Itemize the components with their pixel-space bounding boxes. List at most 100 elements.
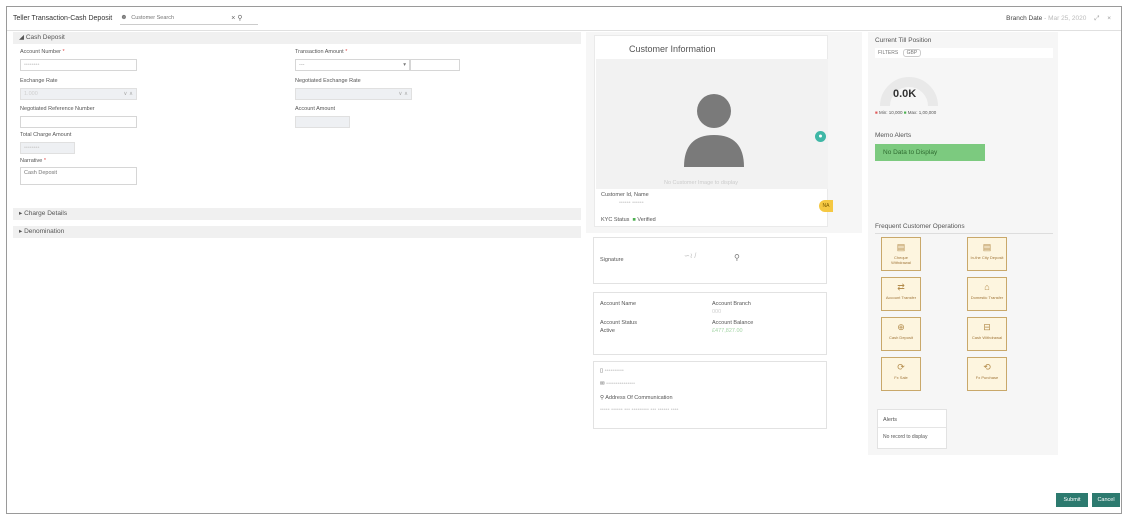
memo-title: Memo Alerts — [875, 132, 912, 139]
signature-card: Signature ∽≀ / ⚲ — [593, 237, 827, 284]
till-gauge — [880, 77, 938, 107]
cash-deposit-icon: ⊕ — [897, 322, 905, 332]
account-amount-label: Account Amount — [295, 106, 336, 112]
alerts-card: Alerts No record to display — [871, 405, 1057, 453]
person-icon: ☻ — [120, 14, 128, 21]
account-branch-value: 000 — [712, 309, 722, 315]
op-fx-purchase[interactable]: ⟲ Fx Purchase — [967, 357, 1007, 391]
bank-icon: ⌂ — [984, 282, 990, 292]
account-balance-label: Account Balance — [712, 320, 754, 326]
cheque-icon: ▤ — [896, 242, 906, 252]
negotiated-exchange-rate-label: Negotiated Exchange Rate — [295, 78, 361, 84]
customer-info-panel: Customer Information No Customer Image t… — [586, 32, 862, 233]
till-title: Current Till Position — [875, 37, 932, 44]
frequent-ops-card: Frequent Customer Operations ▤ Cheque Wit… — [871, 216, 1057, 402]
teller-window: Teller Transaction-Cash Deposit ☻ × ⚲ Br… — [6, 6, 1122, 514]
search-icon[interactable]: ⚲ — [237, 14, 242, 22]
cancel-button[interactable]: Cancel — [1092, 493, 1120, 507]
exchange-rate-label: Exchange Rate — [20, 78, 58, 84]
op-in-city-deposit[interactable]: ▤ In-the City Deposit — [967, 237, 1007, 271]
branch-date-value: - Mar 25, 2020 — [1044, 15, 1087, 22]
email-row: ✉ ••••••••••••••• — [600, 381, 636, 387]
negotiated-exchange-rate-field[interactable]: ∨ ∧ — [295, 88, 412, 100]
op-cheque-withdrawal[interactable]: ▤ Cheque Withdrawal — [881, 237, 921, 271]
till-position-card: Current Till Position FILTERS GBP 0.0K ■… — [871, 34, 1057, 122]
account-details-card: Account Name Account Branch 000 Account … — [593, 292, 827, 355]
exchange-rate-field: 1.000 ∨ ∧ — [20, 88, 137, 100]
negotiated-reference-label: Negotiated Reference Number — [20, 106, 95, 112]
transfer-icon: ⇄ — [897, 282, 905, 292]
deposit-icon: ▤ — [982, 242, 992, 252]
signature-label: Signature — [600, 257, 624, 263]
account-balance-value: £477,827.00 — [712, 328, 743, 334]
cash-deposit-title: Cash Deposit — [25, 34, 65, 41]
kyc-status: KYC Status ■ Verified — [601, 217, 656, 223]
transaction-amount-field[interactable] — [410, 59, 460, 71]
expand-arrow-icon: ▸ — [19, 228, 23, 235]
fx-sale-icon: ⟳ — [897, 362, 905, 372]
divider — [875, 233, 1053, 234]
page-title: Teller Transaction-Cash Deposit — [13, 15, 113, 22]
account-branch-label: Account Branch — [712, 301, 751, 307]
branch-date: Branch Date - Mar 25, 2020 ⤢ × — [1006, 15, 1111, 23]
avatar-icon — [684, 94, 744, 167]
gauge-value: 0.0K — [893, 88, 917, 100]
op-account-transfer[interactable]: ⇄ Account Transfer — [881, 277, 921, 311]
na-badge: NA — [819, 200, 833, 212]
account-status-label: Account Status — [600, 320, 637, 326]
op-domestic-transfer[interactable]: ⌂ Domestic Transfer — [967, 277, 1007, 311]
customer-search[interactable]: ☻ × ⚲ — [120, 13, 259, 25]
negotiated-reference-field[interactable] — [20, 116, 137, 128]
alerts-title: Alerts — [883, 417, 898, 423]
currency-filter-chip[interactable]: GBP — [902, 49, 922, 57]
customer-info-card: Customer Information No Customer Image t… — [594, 35, 833, 227]
account-name-label: Account Name — [600, 301, 637, 307]
phone-row: ▯ •••••••••• — [600, 368, 624, 374]
email-icon: ✉ — [600, 381, 605, 387]
fx-purchase-icon: ⟲ — [983, 362, 991, 372]
till-range: ■ Min: 10,000 ■ Max: 1,00,000 — [875, 110, 937, 115]
signature-image: ∽≀ / — [684, 253, 697, 260]
filters-label: FILTERS — [878, 50, 899, 56]
charge-details-header[interactable]: ▸ Charge Details — [13, 208, 581, 220]
total-charge-field: •••••••• — [20, 142, 75, 154]
account-number-field[interactable]: •••••••• — [20, 59, 137, 71]
account-status-value: Active — [600, 328, 615, 334]
collapse-icon: ◢ — [19, 34, 24, 41]
memo-empty: No Data to Display — [875, 144, 985, 161]
customer-id-value: •••••• •••••• — [619, 200, 644, 206]
op-fx-sale[interactable]: ⟳ Fx Sale — [881, 357, 921, 391]
op-cash-deposit[interactable]: ⊕ Cash Deposit — [881, 317, 921, 351]
divider — [878, 427, 946, 428]
charge-details-title: Charge Details — [24, 210, 68, 217]
op-cash-withdrawal[interactable]: ⊟ Cash Withdrawal — [967, 317, 1007, 351]
alerts-empty: No record to display — [883, 434, 928, 440]
customer-search-input[interactable] — [131, 15, 228, 21]
narrative-label: Narrative * — [20, 158, 46, 164]
narrative-field[interactable]: Cash Deposit — [20, 167, 137, 185]
filters-bar: FILTERS GBP — [875, 48, 1053, 58]
cash-withdrawal-icon: ⊟ — [983, 322, 991, 332]
mic-icon[interactable]: ● — [815, 131, 826, 142]
expand-arrow-icon: ▸ — [19, 210, 23, 217]
address-label: ⚲ Address Of Communication — [600, 395, 673, 401]
contact-card: ▯ •••••••••• ✉ ••••••••••••••• ⚲ Address… — [593, 361, 827, 429]
phone-icon: ▯ — [600, 368, 604, 374]
customer-id-label: Customer Id, Name — [601, 192, 649, 198]
denomination-header[interactable]: ▸ Denomination — [13, 226, 581, 238]
currency-select[interactable]: --- ▾ — [295, 59, 410, 71]
customer-image: No Customer Image to display ● — [596, 59, 828, 189]
memo-alerts-card: Memo Alerts No Data to Display — [871, 125, 1057, 213]
submit-button[interactable]: Submit — [1056, 493, 1088, 507]
cash-deposit-header[interactable]: ◢ Cash Deposit — [13, 32, 581, 44]
branch-date-label: Branch Date — [1006, 15, 1043, 22]
total-charge-label: Total Charge Amount — [20, 132, 72, 138]
zoom-icon[interactable]: ⚲ — [734, 253, 740, 262]
no-image-text: No Customer Image to display — [664, 180, 738, 186]
location-icon: ⚲ — [600, 395, 605, 401]
alerts-box: Alerts No record to display — [877, 409, 947, 449]
close-icon[interactable]: × — [1107, 15, 1111, 22]
expand-icon[interactable]: ⤢ — [1094, 15, 1099, 22]
address-value: ••••• •••••• ••• ••••••••• ••• •••••• ••… — [600, 407, 679, 413]
clear-icon[interactable]: × — [231, 15, 235, 22]
